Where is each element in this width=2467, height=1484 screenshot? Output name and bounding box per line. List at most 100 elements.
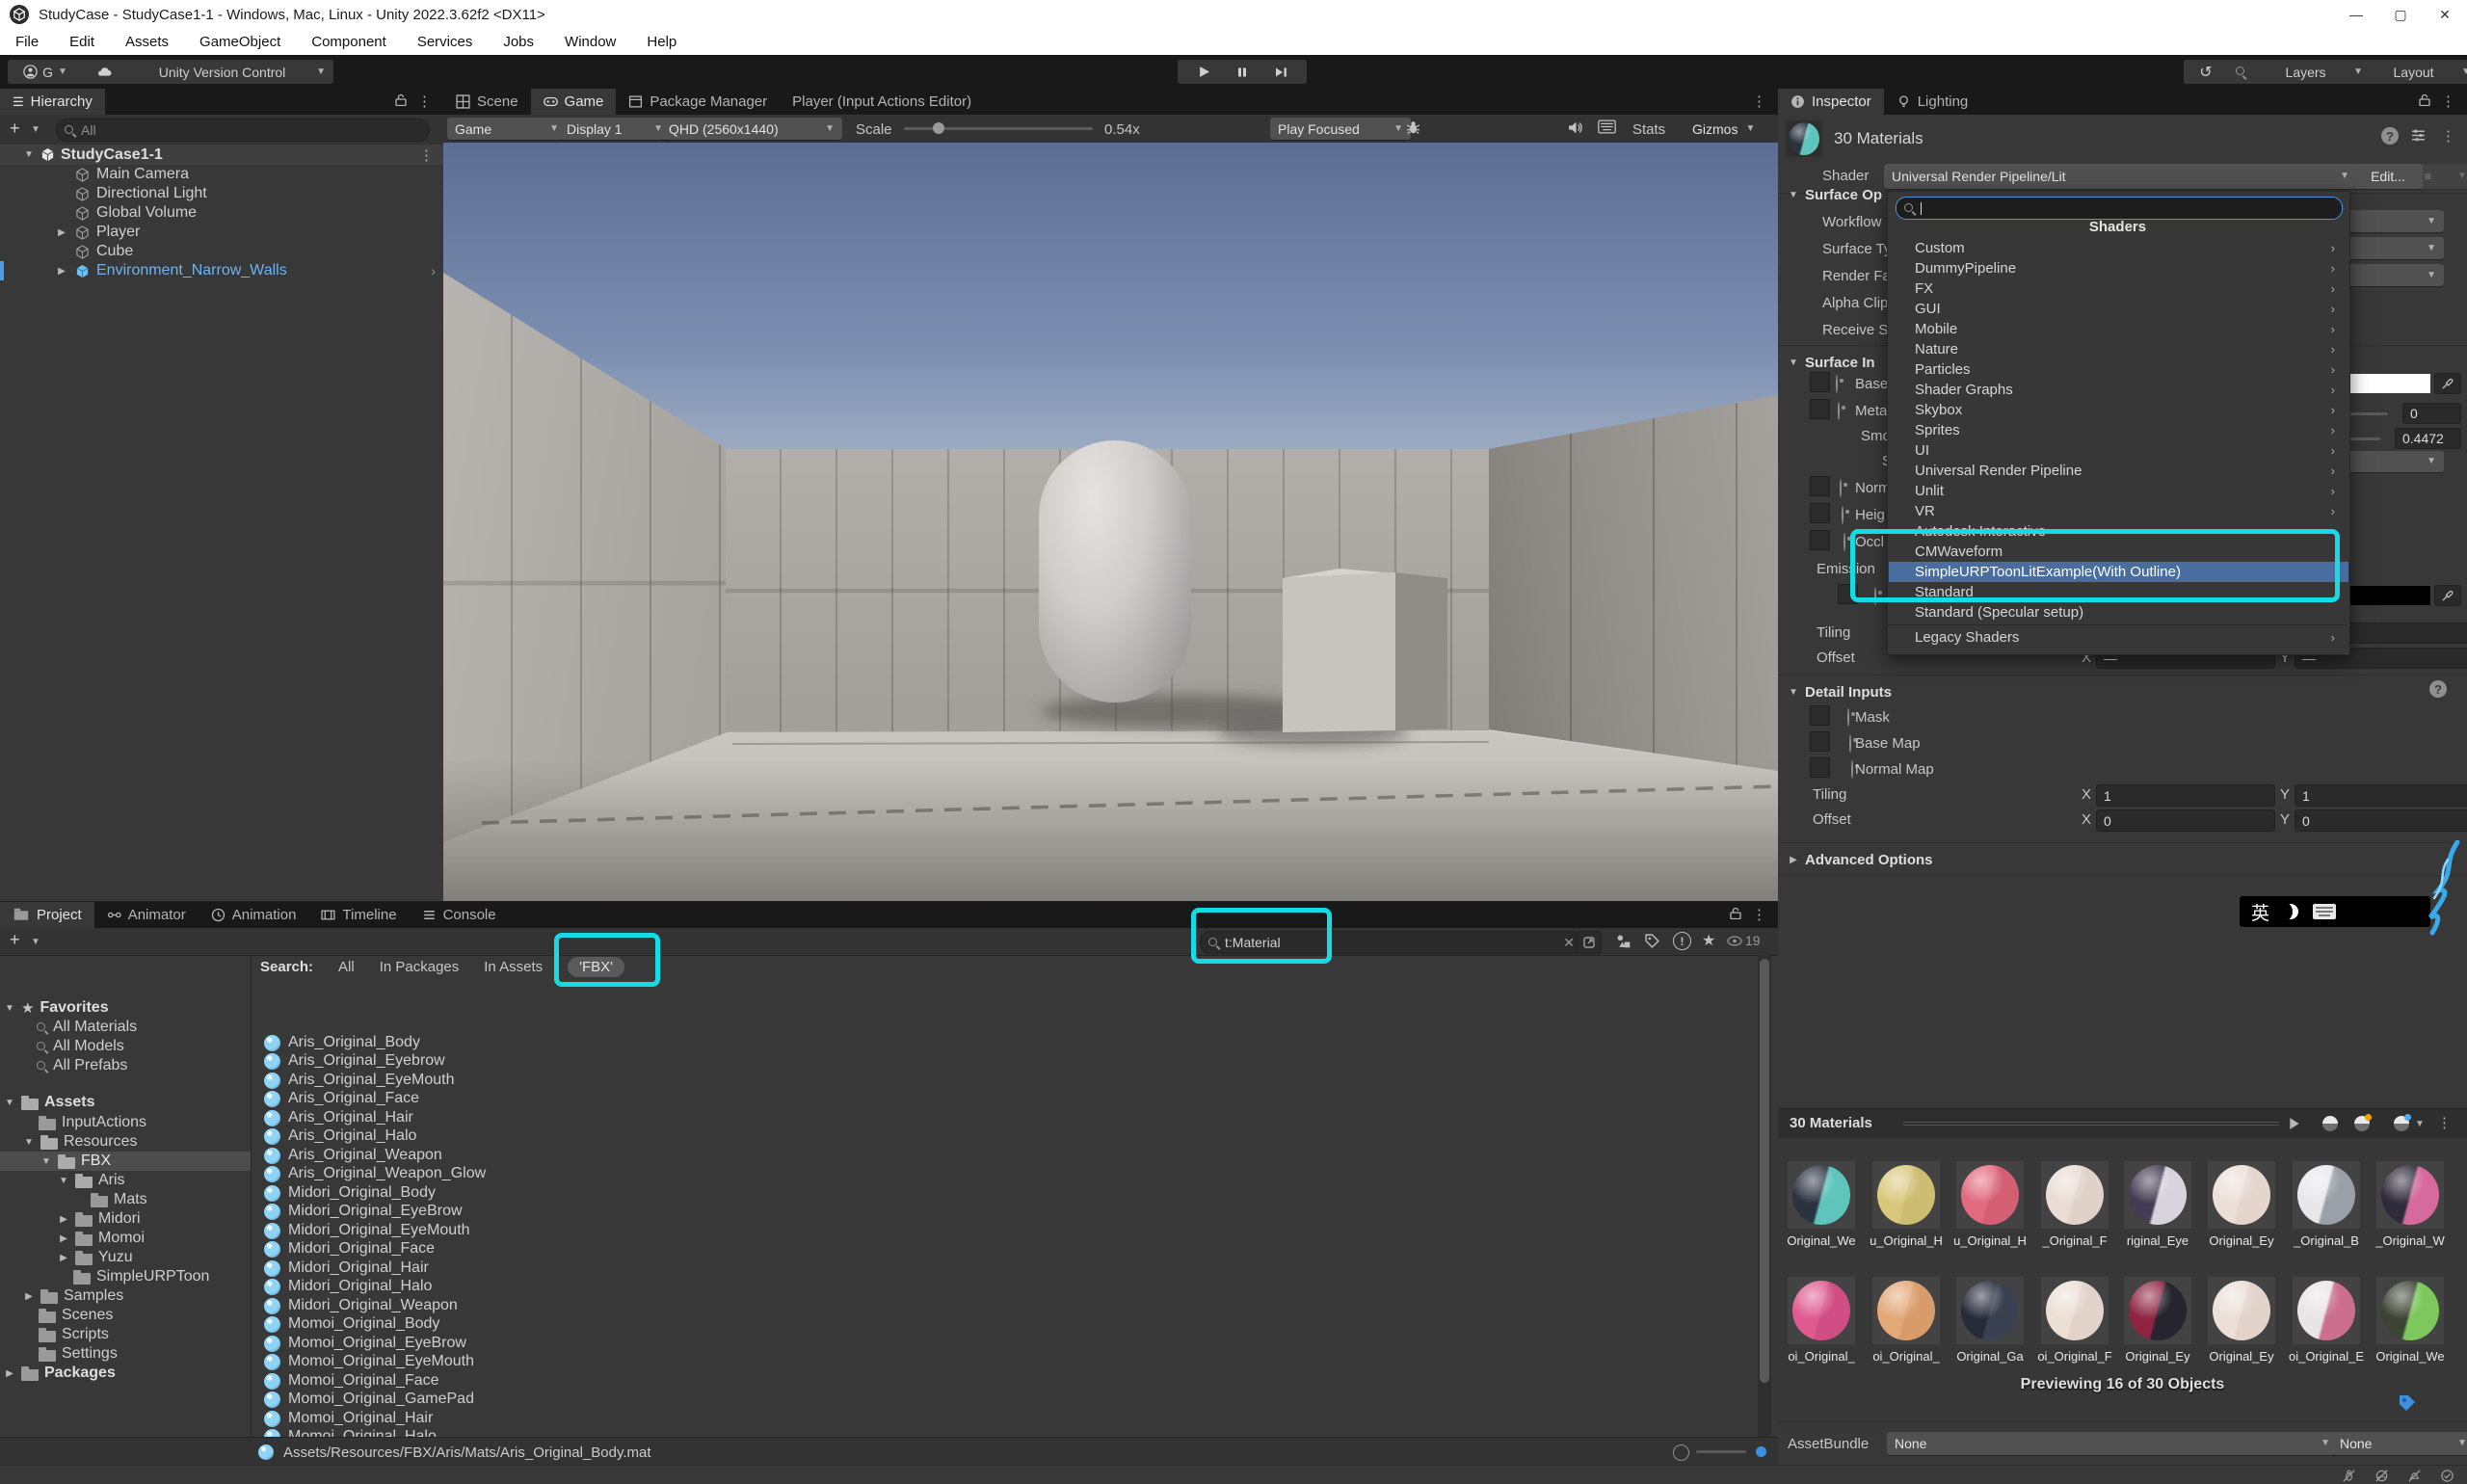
scene-row[interactable]: ▼ StudyCase1-1 ⋮ <box>0 145 443 165</box>
texture-picker-icon[interactable] <box>1844 533 1845 551</box>
hierarchy-item-prefab[interactable]: ▶ Environment_Narrow_Walls › <box>96 261 443 280</box>
material-row[interactable]: Aris_Original_Halo <box>251 1126 1748 1146</box>
version-control-button[interactable]: Unity Version Control▼ <box>125 60 333 84</box>
add-object-dropdown-icon[interactable]: ▼ <box>31 125 40 135</box>
detail-offset-y-field[interactable]: 0 <box>2295 809 2467 832</box>
hierarchy-item[interactable]: Main Camera <box>96 165 189 184</box>
folder-simpleurptoon[interactable]: SimpleURPToon <box>0 1267 251 1286</box>
material-thumbnail[interactable] <box>1788 1277 1855 1344</box>
shader-category[interactable]: UI› <box>1889 440 2348 461</box>
shader-category[interactable]: Unlit› <box>1889 481 2348 501</box>
search-by-type-icon[interactable] <box>1615 933 1631 954</box>
ime-language-indicator[interactable]: 英 <box>2251 899 2269 925</box>
shader-item-cmwaveform[interactable]: CMWaveform <box>1889 542 2348 562</box>
material-row[interactable]: Momoi_Original_Body <box>251 1314 1748 1334</box>
inspector-menu-icon[interactable]: ⋮ <box>2441 93 2455 110</box>
material-row[interactable]: Midori_Original_EyeBrow <box>251 1202 1748 1221</box>
hierarchy-item[interactable]: Cube <box>96 242 133 261</box>
material-row[interactable]: Midori_Original_Face <box>251 1239 1748 1259</box>
material-row[interactable]: Aris_Original_Body <box>251 1033 1748 1052</box>
material-row[interactable]: Aris_Original_Hair <box>251 1108 1748 1127</box>
material-thumbnail[interactable] <box>2208 1161 2275 1229</box>
texture-picker-icon[interactable] <box>1847 708 1849 727</box>
shader-category[interactable]: Mobile› <box>1889 319 2348 339</box>
eyedropper-icon[interactable] <box>2434 373 2461 394</box>
shader-category[interactable]: GUI› <box>1889 299 2348 319</box>
advanced-options-foldout[interactable]: ▶Advanced Options <box>1788 850 1933 869</box>
texture-picker-icon[interactable] <box>1874 587 1876 605</box>
notifications-muted-icon[interactable] <box>2401 1466 2427 1484</box>
cloud-button[interactable] <box>77 60 131 84</box>
shader-item[interactable]: Standard (Specular setup) <box>1889 602 2348 623</box>
detail-normal-map-slot[interactable] <box>1810 757 1830 778</box>
material-row[interactable]: Momoi_Original_Face <box>251 1371 1748 1391</box>
folder-scripts[interactable]: Scripts <box>0 1325 251 1344</box>
assetbundle-dropdown[interactable]: None▼ <box>1887 1432 2338 1455</box>
tab-scene[interactable]: Scene <box>443 89 531 115</box>
help-icon[interactable]: ? <box>2429 680 2447 698</box>
expand-icon[interactable]: ▶ <box>56 266 67 277</box>
tab-animator[interactable]: Animator <box>94 902 199 928</box>
surface-options-foldout[interactable]: ▼Surface Op <box>1788 185 1882 204</box>
assetbundle-variant-dropdown[interactable]: None▼ <box>2332 1432 2467 1455</box>
scale-slider-knob[interactable] <box>933 122 944 134</box>
detail-mask-slot[interactable] <box>1810 705 1830 726</box>
folder-fbx-selected[interactable]: ▼FBX <box>0 1152 251 1171</box>
detail-offset-x-field[interactable]: 0 <box>2096 809 2275 832</box>
preview-play-button[interactable] <box>2289 1117 2300 1135</box>
material-row[interactable]: Momoi_Original_EyeBrow <box>251 1334 1748 1353</box>
menu-help[interactable]: Help <box>631 29 692 55</box>
folder-samples[interactable]: ▶Samples <box>0 1286 251 1306</box>
frame-debugger-keyboard-icon[interactable] <box>1598 119 1616 139</box>
material-row[interactable]: Momoi_Original_GamePad <box>251 1390 1748 1409</box>
eyedropper-icon[interactable] <box>2434 585 2461 606</box>
shader-category[interactable]: Sprites› <box>1889 420 2348 440</box>
gizmos-dropdown[interactable]: Gizmos▼ <box>1684 118 1787 140</box>
lock-icon[interactable] <box>1730 907 1741 923</box>
tab-project[interactable]: Project <box>0 902 94 928</box>
hierarchy-item[interactable]: Directional Light <box>96 184 207 203</box>
collab-disabled-icon[interactable] <box>2369 1466 2394 1484</box>
search-by-label-icon[interactable] <box>1644 933 1660 954</box>
presets-icon[interactable] <box>2410 127 2427 148</box>
game-viewport[interactable] <box>443 143 1778 901</box>
menu-edit[interactable]: Edit <box>54 29 110 55</box>
display-dropdown[interactable]: Display 1▼ <box>559 118 671 140</box>
shader-category[interactable]: Shader Graphs› <box>1889 380 2348 400</box>
material-row[interactable]: Momoi_Original_Halo <box>251 1427 1748 1437</box>
folder-resources[interactable]: ▼Resources <box>0 1132 251 1152</box>
clear-search-icon[interactable]: ✕ <box>1563 935 1575 951</box>
shader-search-input[interactable] <box>1896 197 2343 220</box>
material-thumbnail[interactable] <box>1872 1277 1940 1344</box>
scope-all[interactable]: All <box>338 959 355 975</box>
smoothness-field[interactable]: 0.4472 <box>2395 428 2461 449</box>
shader-item[interactable]: Autodesk Interactive <box>1889 521 2348 542</box>
shader-category[interactable]: FX› <box>1889 278 2348 299</box>
tab-package-manager[interactable]: Package Manager <box>616 89 780 115</box>
material-thumbnail[interactable] <box>2041 1161 2109 1229</box>
material-thumbnail[interactable] <box>2208 1277 2275 1344</box>
minimize-button[interactable]: — <box>2334 0 2378 29</box>
shader-item-standard[interactable]: Standard <box>1889 582 2348 602</box>
base-map-slot[interactable] <box>1810 372 1830 392</box>
tab-game[interactable]: Game <box>531 89 617 115</box>
folder-midori[interactable]: ▶Midori <box>0 1209 251 1229</box>
metallic-map-slot[interactable] <box>1810 399 1830 419</box>
shader-category[interactable]: Particles› <box>1889 359 2348 380</box>
scope-in-packages[interactable]: In Packages <box>380 959 460 975</box>
material-menu-icon[interactable]: ⋮ <box>2441 127 2455 145</box>
texture-picker-icon[interactable] <box>1842 506 1844 524</box>
open-search-window-button[interactable] <box>1577 931 1602 954</box>
shader-presets-dropdown[interactable]: ≡▼ <box>2417 164 2467 189</box>
tab-hierarchy[interactable]: ☰ Hierarchy <box>0 89 105 115</box>
folder-inputactions[interactable]: InputActions <box>0 1113 251 1132</box>
menu-assets[interactable]: Assets <box>110 29 184 55</box>
step-button[interactable] <box>1255 60 1307 84</box>
folder-settings[interactable]: Settings <box>0 1344 251 1364</box>
texture-picker-icon[interactable] <box>1840 479 1842 497</box>
material-row[interactable]: Aris_Original_Weapon_Glow <box>251 1164 1748 1183</box>
material-row[interactable]: Midori_Original_Body <box>251 1183 1748 1203</box>
maximize-button[interactable]: ▢ <box>2378 0 2423 29</box>
material-thumbnail[interactable] <box>2376 1277 2444 1344</box>
project-menu-icon[interactable]: ⋮ <box>1752 906 1766 923</box>
